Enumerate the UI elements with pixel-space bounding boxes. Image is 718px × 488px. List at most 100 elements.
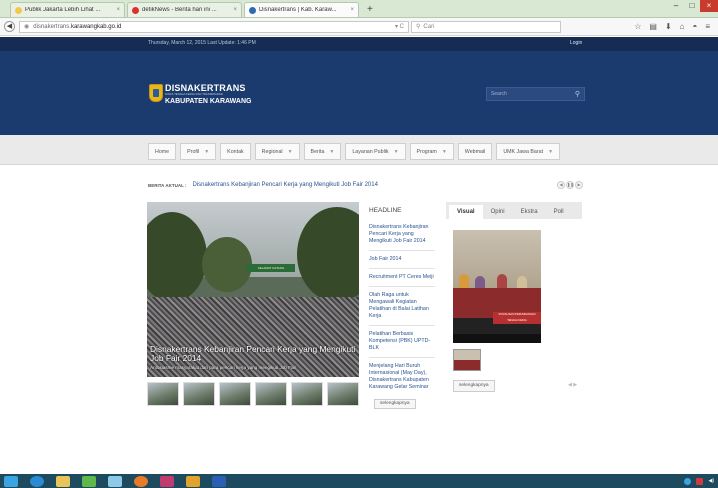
close-tab-icon[interactable]: ×: [116, 7, 120, 13]
ticker-controls: ◀ ❚❚ ▶: [557, 181, 583, 189]
url-host: karawangkab.go.id: [70, 23, 122, 30]
paint-icon[interactable]: [108, 475, 122, 487]
menu-item-layanan-publik[interactable]: Layanan Publik ▼: [345, 143, 406, 160]
video-controls[interactable]: [453, 334, 541, 343]
date-line: Thursday, March 12, 2015 Last Update: 1:…: [148, 40, 256, 46]
headline-link[interactable]: Pelatihan Berbasis Kompetensi (PBK) UPTD…: [369, 331, 435, 358]
media-more-button[interactable]: selengkapnya: [453, 380, 495, 392]
thumbnail-image[interactable]: [219, 382, 251, 406]
tab-poll[interactable]: Poll: [546, 205, 572, 219]
ticker-pause-icon[interactable]: ❚❚: [566, 181, 574, 189]
headline-link[interactable]: Menjelang Hari Buruh Internasional (May …: [369, 363, 435, 396]
menu-item-home[interactable]: Home: [148, 143, 177, 160]
headline-link[interactable]: Recruitment PT Ceres Meiji: [369, 274, 435, 287]
tab-opini[interactable]: Opini: [483, 205, 513, 219]
news-ticker: BERITA AKTUAL : Disnakertrans Kebanjiran…: [148, 180, 583, 190]
featured-title-link[interactable]: Disnakertrans Kebanjiran Pencari Kerja y…: [150, 345, 356, 363]
ticker-headline-link[interactable]: Disnakertrans Kebanjiran Pencari Kerja y…: [193, 182, 378, 188]
menu-icon[interactable]: ≡: [705, 22, 710, 31]
search-icon[interactable]: ⚲: [575, 90, 580, 98]
menu-label: Profil: [187, 148, 200, 155]
main-menu-bar: Home Profil ▼ Kontak Regional ▼ Berita ▼ La…: [0, 135, 718, 165]
video-banner: SOSIALISASI PERUNDANGAN TENAGA KERJA: [493, 312, 541, 324]
browser-tab-2[interactable]: detikNews - Berita hari ini ... ×: [127, 2, 242, 17]
login-link[interactable]: Login: [570, 40, 582, 46]
logo-title[interactable]: DISNAKERTRANS: [165, 83, 246, 93]
site-search-placeholder: Search: [491, 91, 507, 97]
browser-tab-1[interactable]: Publik Jakarta Lebih Lihat ... ×: [10, 2, 125, 17]
close-tab-icon[interactable]: ×: [350, 7, 354, 13]
logo-region-name: KABUPATEN KARAWANG: [165, 98, 252, 105]
music-player-icon[interactable]: [186, 475, 200, 487]
menu-item-profil[interactable]: Profil ▼: [180, 143, 217, 160]
tab-visual[interactable]: Visual: [449, 205, 483, 219]
close-tab-icon[interactable]: ×: [233, 7, 237, 13]
favicon-icon: [249, 6, 256, 14]
menu-item-kontak[interactable]: Kontak: [220, 143, 251, 160]
site-search-input[interactable]: Search ⚲: [486, 87, 585, 101]
menu-item-umk-jawa-barat[interactable]: UMK Jawa Barat ▼: [496, 143, 561, 160]
menu-label: Regional: [261, 148, 283, 155]
bookmark-star-icon[interactable]: ☆: [634, 22, 641, 31]
media-tabs: Visual Opini Ekstra Poll: [446, 202, 582, 219]
help-icon[interactable]: [684, 477, 692, 485]
menu-item-program[interactable]: Program ▼: [409, 143, 454, 160]
thumbnail-image[interactable]: [255, 382, 287, 406]
address-bar[interactable]: ◉ disnakertrans. karawangkab.go.id ▾ C: [19, 20, 409, 33]
headline-more-button[interactable]: selengkapnya: [374, 399, 416, 409]
menu-item-berita[interactable]: Berita ▼: [303, 143, 342, 160]
chevron-down-icon: ▼: [548, 148, 554, 155]
browser-search-field[interactable]: ⚲ Cari: [411, 20, 561, 33]
ie-icon[interactable]: [30, 475, 44, 487]
video-thumbnail[interactable]: [453, 349, 481, 371]
headline-link[interactable]: Disnakertrans Kebanjiran Pencari Kerja y…: [369, 224, 435, 251]
menu-item-regional[interactable]: Regional ▼: [254, 143, 300, 160]
ticker-next-icon[interactable]: ▶: [575, 181, 583, 189]
tab-label: detikNews - Berita hari ini ...: [142, 7, 217, 13]
new-tab-button[interactable]: +: [361, 4, 379, 17]
minimize-button[interactable]: –: [668, 0, 684, 12]
url-prefix: disnakertrans.: [33, 23, 71, 30]
maximize-button[interactable]: □: [684, 0, 700, 12]
close-window-button[interactable]: ×: [700, 0, 718, 12]
volume-icon[interactable]: ◀): [708, 478, 714, 484]
ticker-prev-icon[interactable]: ◀: [557, 181, 565, 189]
headline-link[interactable]: Olah Raga untuk Mengawali Kegiatan Pelat…: [369, 292, 435, 326]
tab-label: Publik Jakarta Lebih Lihat ...: [25, 7, 101, 13]
browser-tab-3[interactable]: Disnakertrans | Kab. Karaw... ×: [244, 2, 359, 17]
thumbnail-image[interactable]: [183, 382, 215, 406]
headline-link[interactable]: Job Fair 2014: [369, 256, 435, 269]
window-controls: – □ ×: [668, 0, 718, 12]
back-button[interactable]: ◀: [4, 21, 15, 32]
globe-icon: ◉: [24, 24, 30, 30]
featured-photo[interactable]: SELAMAT DATANG Disnakertrans Kebanjiran …: [147, 202, 359, 377]
favicon-icon: [132, 6, 139, 14]
reading-list-icon[interactable]: ▤: [649, 22, 657, 31]
download-icon[interactable]: ⬇: [665, 22, 672, 31]
thumbnail-image[interactable]: [291, 382, 323, 406]
menu-label: Kontak: [227, 148, 244, 155]
windows-start-icon[interactable]: [4, 475, 18, 487]
chevron-down-icon: ▼: [204, 148, 210, 155]
firefox-icon[interactable]: [134, 475, 148, 487]
headline-heading: HEADLINE: [369, 207, 402, 214]
home-icon[interactable]: ⌂: [680, 22, 685, 31]
menu-label: Berita: [310, 148, 325, 155]
reload-icon[interactable]: ▾ C: [395, 23, 404, 30]
media-player-icon[interactable]: [160, 475, 174, 487]
menu-item-webmail[interactable]: Webmail: [457, 143, 493, 160]
media-nav-icon[interactable]: ◀ ▶: [568, 382, 577, 388]
karawang-emblem-icon[interactable]: [149, 84, 163, 102]
pocket-icon[interactable]: ◓: [692, 22, 697, 31]
featured-subtitle: Antusiasme masyarakat dari para pencari …: [150, 365, 297, 370]
toolbar-icons: ☆ ▤ ⬇ ⌂ ◓ ≡: [634, 22, 714, 31]
network-icon[interactable]: [696, 477, 704, 485]
tab-ekstra[interactable]: Ekstra: [513, 205, 546, 219]
thumbnail-image[interactable]: [147, 382, 179, 406]
file-explorer-icon[interactable]: [56, 475, 70, 487]
store-icon[interactable]: [82, 475, 96, 487]
main-menu: Home Profil ▼ Kontak Regional ▼ Berita ▼ La…: [148, 143, 561, 160]
video-player[interactable]: SOSIALISASI PERUNDANGAN TENAGA KERJA: [453, 230, 541, 343]
word-icon[interactable]: [212, 475, 226, 487]
thumbnail-image[interactable]: [327, 382, 359, 406]
